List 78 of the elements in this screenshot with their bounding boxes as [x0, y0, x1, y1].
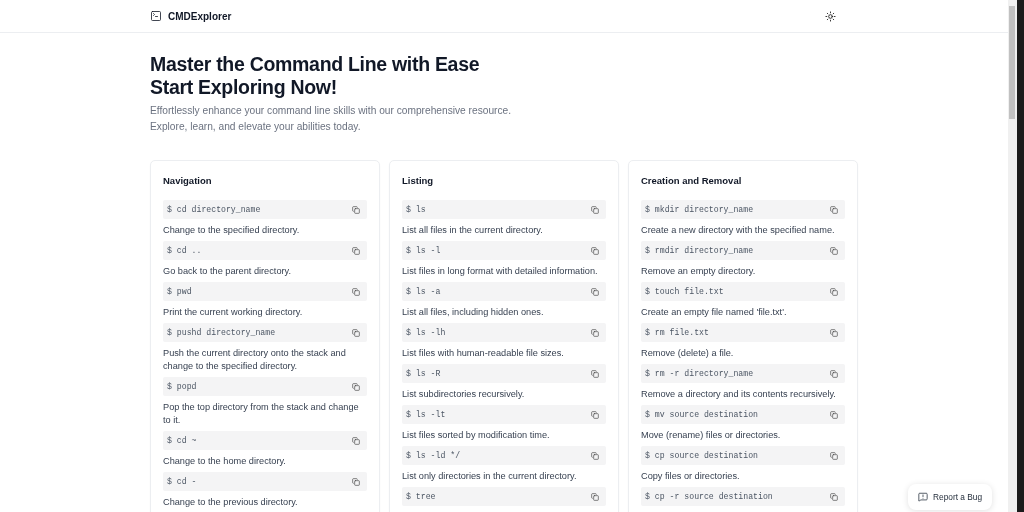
copy-button[interactable]	[350, 475, 362, 488]
hero-title: Master the Command Line with Ease Start Exploring Now!	[150, 53, 481, 99]
copy-button[interactable]	[350, 434, 362, 447]
command-description: List all files, including hidden ones.	[402, 306, 545, 319]
command-description: Copy files or directories.	[641, 470, 741, 483]
copy-button[interactable]	[589, 367, 601, 380]
copy-button[interactable]	[828, 408, 840, 421]
command-text: $ rm file.txt	[645, 328, 709, 337]
command-text: $ rmdir directory_name	[645, 246, 754, 255]
command-description: Change to the home directory.	[163, 455, 287, 468]
copy-button[interactable]	[828, 490, 840, 503]
copy-button[interactable]	[350, 203, 362, 216]
command-description: List only directories in the current directory.	[402, 470, 578, 483]
command-text: $ pushd directory_name	[167, 328, 276, 337]
copy-button[interactable]	[350, 285, 362, 298]
command-description: Move (rename) files or directories.	[641, 429, 782, 442]
command-text: $ ls -l	[406, 246, 441, 255]
copy-button[interactable]	[828, 449, 840, 462]
command-text: $ ls -lt	[406, 410, 446, 419]
command-text: $ cd ..	[167, 246, 202, 255]
copy-button[interactable]	[828, 367, 840, 380]
command-description: List subdirectories recursively.	[402, 388, 526, 401]
command-description: Remove (delete) a file.	[641, 347, 735, 360]
copy-button[interactable]	[350, 244, 362, 257]
copy-button[interactable]	[589, 490, 601, 503]
command-text: $ popd	[167, 382, 197, 391]
command-description: Change to the previous directory.	[163, 496, 299, 509]
command-text: $ ls -ld */	[406, 451, 461, 460]
command-description: Print the current working directory.	[163, 306, 304, 319]
command-text: $ tree	[406, 492, 436, 501]
command-text: $ cp source destination	[645, 451, 758, 460]
command-description: Remove an empty directory.	[641, 265, 757, 278]
copy-button[interactable]	[589, 203, 601, 216]
command-description: List files with human-readable file sizes.	[402, 347, 565, 360]
command-description: Pop the top directory from the stack and change to it.	[163, 401, 360, 427]
command-text: $ pwd	[167, 287, 192, 296]
command-description: List files in long format with detailed information.	[402, 265, 599, 278]
copy-button[interactable]	[350, 380, 362, 393]
copy-button[interactable]	[589, 449, 601, 462]
copy-button[interactable]	[828, 203, 840, 216]
card-title: Listing	[402, 174, 435, 188]
command-text: $ touch file.txt	[645, 287, 724, 296]
report-bug-button[interactable]: Report a Bug	[908, 484, 992, 510]
command-text: $ cd -	[167, 477, 197, 486]
copy-button[interactable]	[589, 244, 601, 257]
card-title: Creation and Removal	[641, 174, 743, 188]
copy-button[interactable]	[589, 408, 601, 421]
command-description: Create a new directory with the specified name.	[641, 224, 836, 237]
copy-button[interactable]	[350, 326, 362, 339]
copy-button[interactable]	[828, 326, 840, 339]
command-description: Push the current directory onto the stack and change to the specified directory.	[163, 347, 347, 373]
command-text: $ mv source destination	[645, 410, 758, 419]
terminal-icon	[150, 10, 162, 22]
command-description: List files sorted by modification time.	[402, 429, 551, 442]
feedback-icon	[918, 492, 929, 502]
command-text: $ ls -R	[406, 369, 441, 378]
card-title: Navigation	[163, 174, 213, 188]
copy-button[interactable]	[828, 244, 840, 257]
command-text: $ cd directory_name	[167, 205, 261, 214]
command-text: $ ls	[406, 205, 426, 214]
scrollbar-thumb[interactable]	[1009, 6, 1015, 119]
command-description: Remove a directory and its contents recursively.	[641, 388, 837, 401]
hero-subtitle: Effortlessly enhance your command line skills with our comprehensive resource. Explore, learn, and elevate your abilities today.	[150, 104, 513, 134]
command-text: $ ls -a	[406, 287, 441, 296]
command-text: $ cp -r source destination	[645, 492, 773, 501]
command-description: Go back to the parent directory.	[163, 265, 292, 278]
command-description: List all files in the current directory.	[402, 224, 544, 237]
copy-button[interactable]	[828, 285, 840, 298]
theme-toggle-button[interactable]	[823, 8, 838, 24]
command-description: Create an empty file named 'file.txt'.	[641, 306, 788, 319]
command-text: $ rm -r directory_name	[645, 369, 754, 378]
copy-button[interactable]	[589, 285, 601, 298]
command-description: Change to the specified directory.	[163, 224, 301, 237]
copy-button[interactable]	[589, 326, 601, 339]
brand-name: CMDExplorer	[168, 10, 232, 22]
command-text: $ ls -lh	[406, 328, 446, 337]
command-text: $ mkdir directory_name	[645, 205, 754, 214]
command-text: $ cd ~	[167, 436, 197, 445]
